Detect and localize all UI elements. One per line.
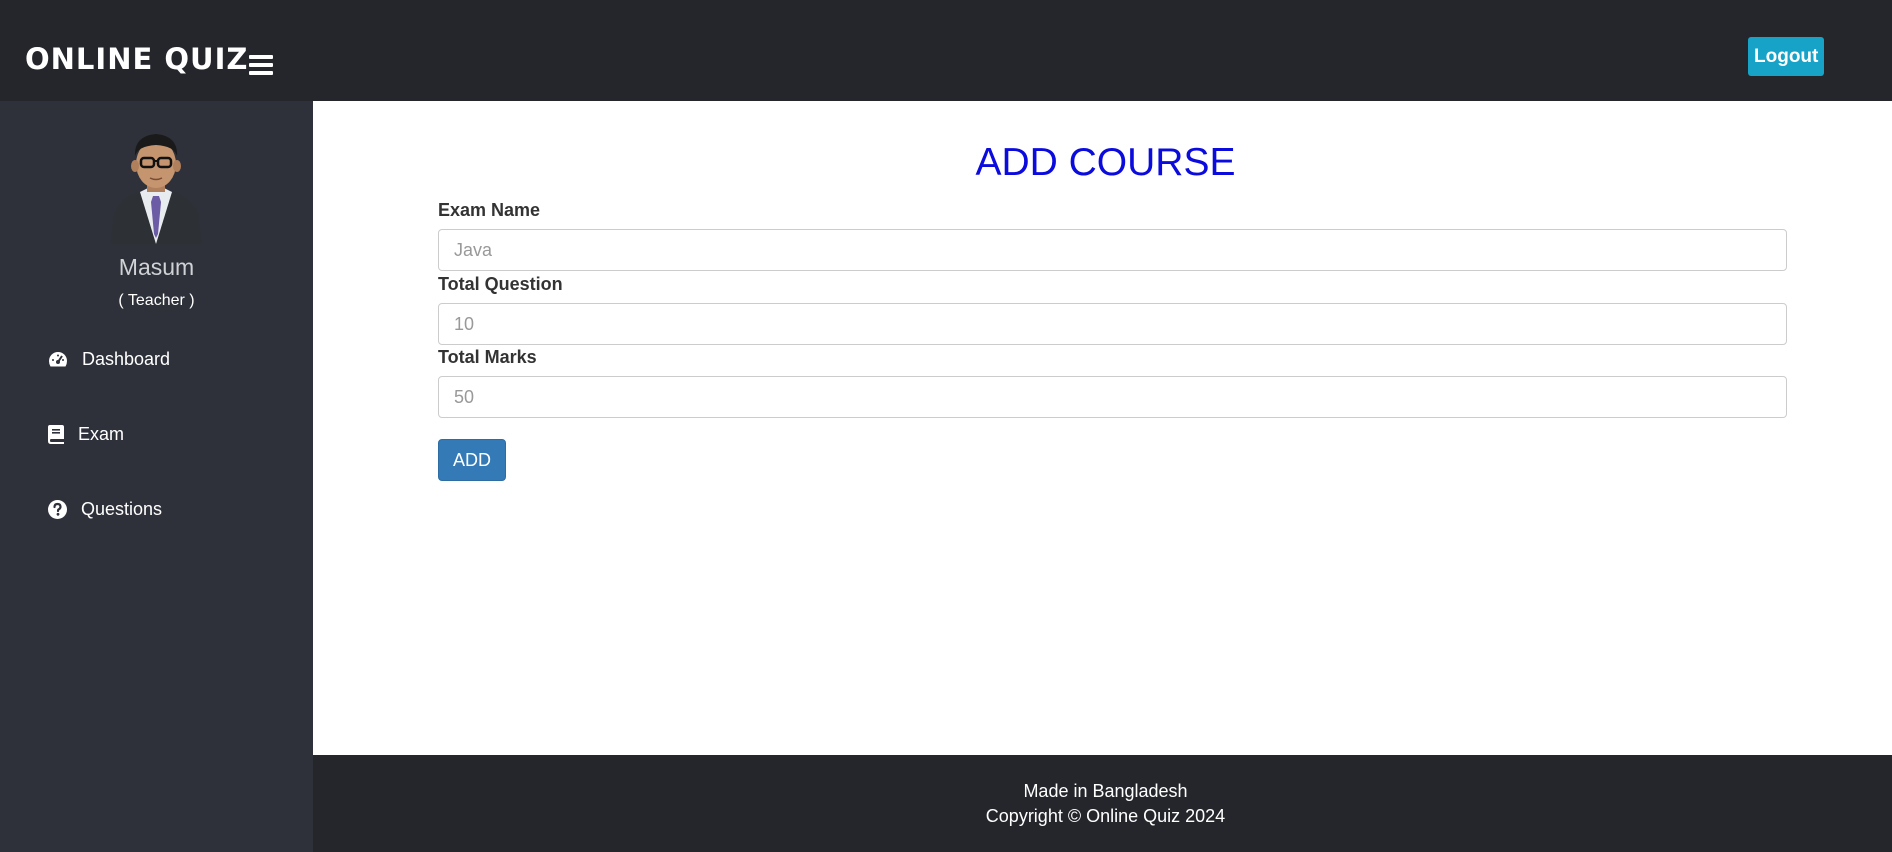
brand-title: ONLINE QUIZ <box>25 42 249 76</box>
sidebar-item-dashboard[interactable]: Dashboard <box>48 344 170 374</box>
main-content: ADD COURSE Exam Name Total Question Tota… <box>313 101 1892 755</box>
page-title: ADD COURSE <box>975 141 1236 184</box>
question-circle-icon <box>48 499 67 519</box>
book-icon <box>48 424 64 444</box>
sidebar-item-label: Dashboard <box>82 348 171 369</box>
sidebar: Masum ( Teacher ) Dashboard Exam Questio… <box>0 101 313 852</box>
exam-name-input[interactable] <box>438 229 1787 271</box>
sidebar-item-exam[interactable]: Exam <box>48 419 124 449</box>
user-avatar <box>110 134 202 244</box>
menu-toggle-icon[interactable] <box>249 55 273 75</box>
logout-button[interactable]: Logout <box>1748 37 1824 76</box>
user-role: ( Teacher ) <box>118 292 195 309</box>
add-button[interactable]: ADD <box>438 439 506 481</box>
tachometer-icon <box>49 352 67 367</box>
sidebar-item-questions[interactable]: Questions <box>48 494 162 524</box>
total-question-label: Total Question <box>438 274 563 294</box>
sidebar-item-label: Questions <box>81 498 163 519</box>
footer: Made in Bangladesh Copyright © Online Qu… <box>313 755 1892 852</box>
user-name: Masum <box>118 254 195 280</box>
total-marks-label: Total Marks <box>438 347 537 367</box>
footer-copyright-text: Copyright © Online Quiz 2024 <box>985 806 1226 826</box>
footer-origin-text: Made in Bangladesh <box>1023 781 1188 801</box>
sidebar-item-label: Exam <box>78 423 125 444</box>
total-question-input[interactable] <box>438 303 1787 345</box>
exam-name-label: Exam Name <box>438 200 541 220</box>
top-navbar: ONLINE QUIZ Logout <box>0 0 1892 101</box>
total-marks-input[interactable] <box>438 376 1787 418</box>
